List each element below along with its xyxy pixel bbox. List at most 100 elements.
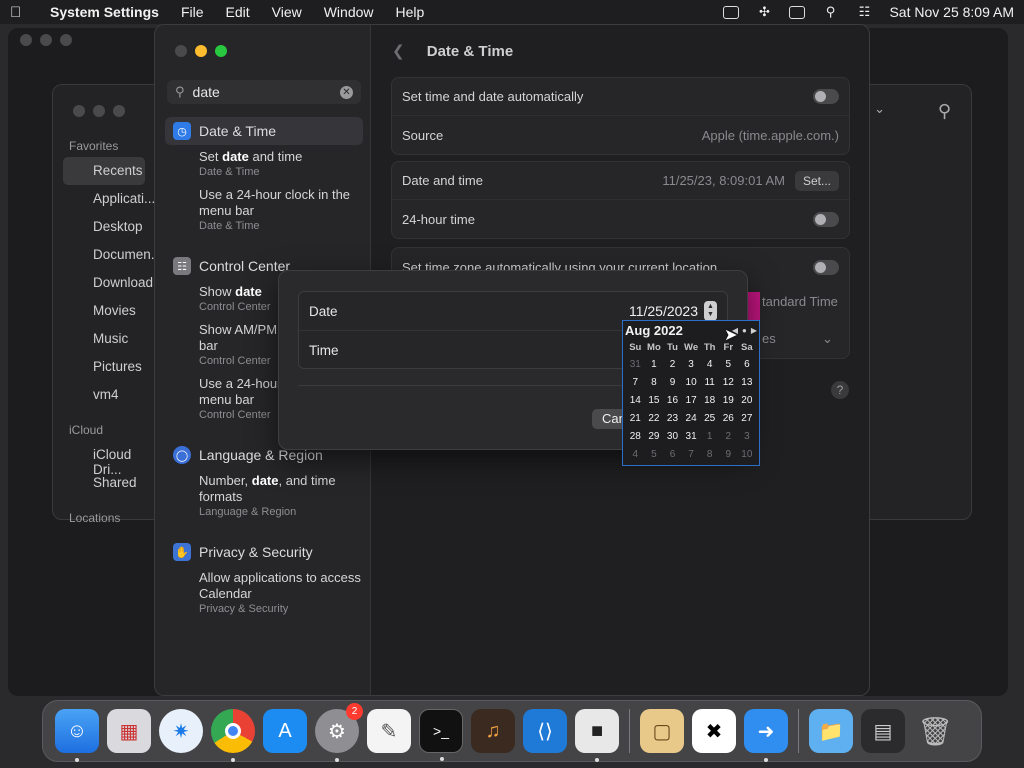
zoom-icon[interactable] (60, 34, 72, 46)
date-stepper[interactable]: ▲ ▼ (704, 301, 717, 321)
result-item[interactable]: Set date and time Date & Time (165, 149, 363, 179)
dock-roblox[interactable]: ■ (575, 709, 619, 762)
zoom-icon[interactable] (215, 45, 227, 57)
calendar-day[interactable]: 30 (663, 428, 682, 446)
dock-garageband[interactable]: ♫ (471, 709, 515, 753)
dock-safari[interactable]: ✷ (159, 709, 203, 753)
stage-manager-icon[interactable] (723, 5, 740, 19)
search-field[interactable]: ⚲ date ✕ (167, 80, 361, 104)
calendar-day[interactable]: 8 (700, 446, 719, 464)
minimize-icon[interactable] (40, 34, 52, 46)
date-field[interactable]: 11/25/2023 (629, 303, 698, 319)
dock-terminal[interactable]: >_ (419, 709, 463, 761)
calendar-day[interactable]: 2 (663, 356, 682, 374)
screen-mirroring-icon[interactable] (789, 5, 806, 19)
dock-system-settings[interactable]: ⚙ 2 (315, 703, 363, 762)
calendar-day[interactable]: 5 (645, 446, 664, 464)
calendar-day[interactable]: 20 (738, 392, 757, 410)
calendar-day[interactable]: 10 (682, 374, 701, 392)
sidebar-item-movies[interactable]: Movies (53, 297, 155, 325)
apple-menu-icon[interactable]:  (10, 4, 36, 21)
result-item[interactable]: Number, date, and time formats Language … (165, 473, 363, 519)
app-menu[interactable]: System Settings (50, 4, 159, 20)
calendar-day[interactable]: 3 (738, 428, 757, 446)
sidebar-item-icloud-drive[interactable]: iCloud Dri... (53, 441, 155, 477)
today-dot-icon[interactable]: ● (742, 326, 747, 335)
calendar-day[interactable]: 12 (719, 374, 738, 392)
help-button[interactable]: ? (831, 381, 849, 399)
minimize-icon[interactable] (195, 45, 207, 57)
calendar-day[interactable]: 4 (700, 356, 719, 374)
dock-finder[interactable]: ☺ (55, 709, 99, 762)
calendar-day[interactable]: 18 (700, 392, 719, 410)
calendar-day[interactable]: 1 (700, 428, 719, 446)
dock-vscode[interactable]: ⟨⟩ (523, 709, 567, 753)
sidebar-item-documents[interactable]: Documen... (53, 241, 162, 269)
chevron-down-icon[interactable]: ⌄ (874, 101, 885, 117)
dock-app-store[interactable]: A (263, 709, 307, 753)
calendar-day[interactable]: 7 (626, 374, 645, 392)
result-item[interactable]: Use a 24-hour clock in the menu bar Date… (165, 187, 363, 233)
back-chevron-icon[interactable]: ❮ (392, 43, 405, 60)
calendar-day[interactable]: 24 (682, 410, 701, 428)
set-button[interactable]: Set... (794, 170, 839, 191)
search-icon[interactable]: ⚲ (821, 4, 839, 19)
auto-set-toggle[interactable] (813, 89, 839, 104)
result-header-date-time[interactable]: ◷ Date & Time (165, 117, 363, 145)
calendar-day[interactable]: 17 (682, 392, 701, 410)
calendar-day[interactable]: 31 (626, 356, 645, 374)
calendar-day[interactable]: 11 (700, 374, 719, 392)
sidebar-item-applications[interactable]: Applicati... (53, 185, 155, 213)
calendar-day[interactable]: 4 (626, 446, 645, 464)
menu-edit[interactable]: Edit (226, 4, 250, 20)
minimize-icon[interactable] (93, 105, 105, 117)
sidebar-item-recents[interactable]: Recents (63, 157, 145, 185)
calendar-day[interactable]: 26 (719, 410, 738, 428)
source-value[interactable]: Apple (time.apple.com.) (702, 128, 839, 143)
calendar-day[interactable]: 15 (645, 392, 664, 410)
calendar-day[interactable]: 23 (663, 410, 682, 428)
calendar-day[interactable]: 7 (682, 446, 701, 464)
dock-textedit[interactable]: ✎ (367, 709, 411, 753)
sidebar-item-pictures[interactable]: Pictures (53, 353, 155, 381)
control-center-icon[interactable]: ☷ (855, 4, 873, 19)
dock-downloads-stack[interactable]: ▤ (861, 709, 905, 753)
menu-help[interactable]: Help (396, 4, 425, 20)
menu-clock[interactable]: Sat Nov 25 8:09 AM (889, 4, 1014, 20)
close-icon[interactable] (73, 105, 85, 117)
sidebar-item-desktop[interactable]: Desktop (53, 213, 155, 241)
calendar-day[interactable]: 8 (645, 374, 664, 392)
hour24-toggle[interactable] (813, 211, 839, 227)
dock-trash-icon[interactable]: 🗑 (913, 709, 957, 753)
calendar-day[interactable]: 21 (626, 410, 645, 428)
finder-search-icon[interactable]: ⚲ (938, 101, 951, 122)
calendar-day[interactable]: 31 (682, 428, 701, 446)
close-icon[interactable] (20, 34, 32, 46)
calendar-day[interactable]: 13 (738, 374, 757, 392)
calendar-day[interactable]: 22 (645, 410, 664, 428)
calendar-day[interactable]: 6 (663, 446, 682, 464)
calendar-day[interactable]: 9 (663, 374, 682, 392)
calendar-day[interactable]: 10 (738, 446, 757, 464)
dock-applications-folder[interactable]: 📁 (809, 709, 853, 753)
calendar-day[interactable]: 27 (738, 410, 757, 428)
dock-preview[interactable]: ▢ (640, 709, 684, 753)
calendar-day[interactable]: 28 (626, 428, 645, 446)
calendar-day[interactable]: 6 (738, 356, 757, 374)
dock-launchpad[interactable]: ▦ (107, 709, 151, 753)
chevron-down-icon[interactable]: ⌄ (822, 331, 833, 347)
zoom-icon[interactable] (113, 105, 125, 117)
menu-view[interactable]: View (272, 4, 302, 20)
calendar-day[interactable]: 29 (645, 428, 664, 446)
calendar-day[interactable]: 2 (719, 428, 738, 446)
calendar-day[interactable]: 3 (682, 356, 701, 374)
result-header-privacy-security[interactable]: ✋ Privacy & Security (165, 538, 363, 566)
calendar-day[interactable]: 19 (719, 392, 738, 410)
date-picker-calendar[interactable]: Aug 2022 ◀ ● ▶ Su Mo Tu We Th Fr Sa 31 1 2 3 4 5 6 7 8 9… (622, 320, 760, 466)
clear-search-icon[interactable]: ✕ (340, 85, 353, 99)
dock-capcut[interactable]: ✖ (692, 709, 736, 753)
close-icon[interactable] (175, 45, 187, 57)
dock-chrome[interactable] (211, 709, 255, 762)
next-month-icon[interactable]: ▶ (751, 326, 757, 335)
search-input[interactable]: date (193, 84, 340, 100)
